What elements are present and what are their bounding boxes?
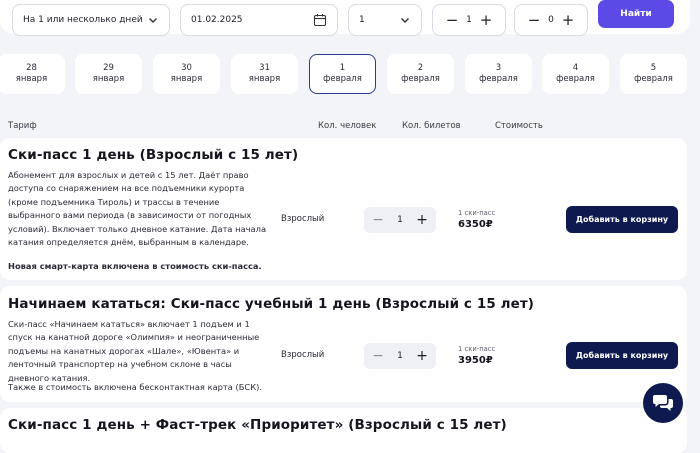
- product-description: Ски-пасс «Начинаем кататься» включает 1 …: [8, 319, 260, 383]
- quantity-stepper: − 1 +: [364, 207, 436, 233]
- product-card: Ски-пасс 1 день + Фаст-трек «Приоритет» …: [0, 408, 687, 453]
- date-tab-day: 2: [417, 63, 424, 73]
- header-people: Кол. человек: [318, 121, 377, 131]
- age-category: Взрослый: [281, 214, 325, 224]
- quantity-plus-button[interactable]: +: [416, 213, 428, 227]
- date-tab-day: 3: [495, 63, 502, 73]
- date-tab-month: января: [170, 74, 203, 84]
- header-price: Стоимость: [495, 121, 543, 131]
- date-tab-month: февраля: [634, 74, 673, 84]
- add-to-cart-button[interactable]: Добавить в корзину: [566, 342, 678, 369]
- product-note: Новая смарт-карта включена в стоимость с…: [8, 261, 262, 271]
- date-tab-2-feb[interactable]: 2 февраля: [387, 54, 454, 94]
- product-card: Ски-пасс 1 день (Взрослый с 15 лет) Абон…: [0, 138, 687, 280]
- price-value: 3950₽: [458, 355, 493, 366]
- header-tariff: Тариф: [8, 121, 37, 131]
- date-tab-31-jan[interactable]: 31 января: [231, 54, 298, 94]
- search-button[interactable]: Найти: [598, 0, 674, 28]
- children-value: 0: [548, 15, 554, 25]
- price-label: 1 ски-пасс: [458, 345, 496, 353]
- children-stepper: − 0 +: [514, 4, 588, 36]
- date-tab-month: февраля: [479, 74, 518, 84]
- date-tab-day: 4: [572, 63, 579, 73]
- children-plus-button[interactable]: +: [561, 12, 575, 28]
- product-note: Также в стоимость включена бесконтактная…: [8, 382, 262, 392]
- date-tab-month: января: [92, 74, 125, 84]
- price-label: 1 ски-пасс: [458, 209, 496, 217]
- days-select[interactable]: На 1 или несколько дней: [12, 4, 170, 36]
- chat-icon: [653, 395, 673, 411]
- count-select-value: 1: [359, 15, 365, 25]
- chat-button[interactable]: [643, 383, 683, 423]
- header-tickets: Кол. билетов: [402, 121, 461, 131]
- quantity-value: 1: [397, 351, 403, 361]
- date-tab-month: января: [248, 74, 281, 84]
- quantity-value: 1: [397, 215, 403, 225]
- price-value: 6350₽: [458, 219, 493, 230]
- adults-minus-button[interactable]: −: [445, 12, 459, 28]
- date-field-value: 01.02.2025: [191, 15, 243, 25]
- chevron-down-icon: [149, 18, 157, 23]
- product-description: Абонемент для взрослых и детей с 15 лет.…: [8, 170, 267, 248]
- quantity-minus-button[interactable]: −: [372, 349, 384, 363]
- product-title: Ски-пасс 1 день (Взрослый с 15 лет): [8, 147, 299, 163]
- date-tab-day: 1: [339, 63, 346, 73]
- date-tabs: 28 января 29 января 30 января 31 января …: [0, 54, 700, 94]
- quantity-stepper: − 1 +: [364, 343, 436, 369]
- children-minus-button[interactable]: −: [527, 12, 541, 28]
- date-tab-30-jan[interactable]: 30 января: [153, 54, 220, 94]
- search-panel: На 1 или несколько дней 01.02.2025 1 − 1…: [0, 0, 690, 36]
- date-tab-month: февраля: [556, 74, 595, 84]
- date-tab-28-jan[interactable]: 28 января: [0, 54, 65, 94]
- date-tab-month: января: [15, 74, 48, 84]
- adults-plus-button[interactable]: +: [479, 12, 493, 28]
- quantity-minus-button[interactable]: −: [372, 213, 384, 227]
- date-tab-5-feb[interactable]: 5 февраля: [620, 54, 687, 94]
- date-tab-day: 30: [181, 63, 192, 73]
- days-select-value: На 1 или несколько дней: [23, 15, 143, 25]
- date-tab-month: февраля: [323, 74, 362, 84]
- quantity-plus-button[interactable]: +: [416, 349, 428, 363]
- count-select[interactable]: 1: [348, 4, 422, 36]
- chevron-down-icon: [401, 18, 409, 23]
- date-tab-4-feb[interactable]: 4 февраля: [542, 54, 609, 94]
- date-tab-day: 28: [26, 63, 37, 73]
- date-tab-29-jan[interactable]: 29 января: [75, 54, 142, 94]
- date-tab-month: февраля: [401, 74, 440, 84]
- adults-stepper: − 1 +: [432, 4, 506, 36]
- date-tab-day: 5: [650, 63, 657, 73]
- calendar-icon[interactable]: [313, 13, 327, 27]
- date-tab-3-feb[interactable]: 3 февраля: [465, 54, 532, 94]
- add-to-cart-button[interactable]: Добавить в корзину: [566, 206, 678, 233]
- date-field[interactable]: 01.02.2025: [180, 4, 338, 36]
- date-tab-day: 31: [259, 63, 270, 73]
- adults-value: 1: [466, 15, 472, 25]
- product-title: Начинаем кататься: Ски-пасс учебный 1 де…: [8, 296, 535, 312]
- product-card: Начинаем кататься: Ски-пасс учебный 1 де…: [0, 286, 687, 402]
- date-tab-day: 29: [103, 63, 114, 73]
- date-tab-1-feb[interactable]: 1 февраля: [309, 54, 376, 94]
- age-category: Взрослый: [281, 350, 325, 360]
- product-title: Ски-пасс 1 день + Фаст-трек «Приоритет» …: [8, 417, 507, 433]
